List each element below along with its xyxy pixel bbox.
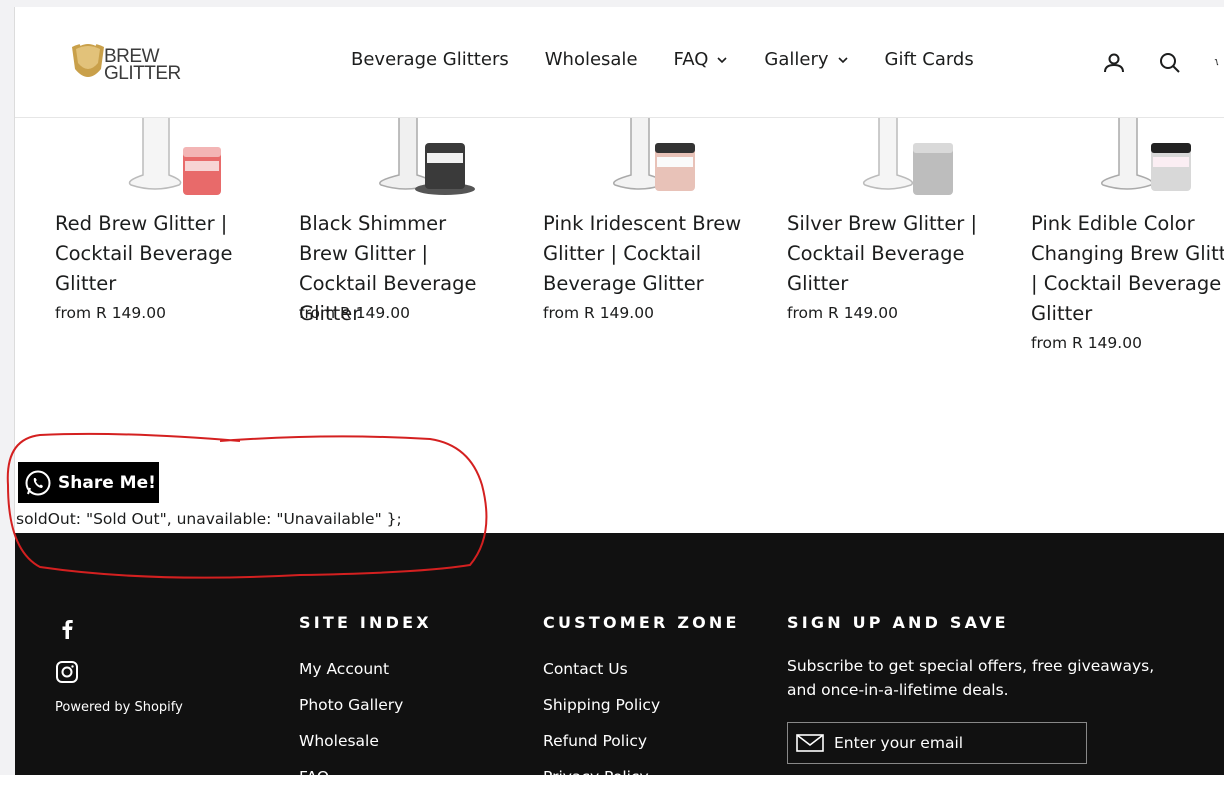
share-label: Share Me!	[58, 472, 156, 493]
nav-gift-cards[interactable]: Gift Cards	[885, 49, 974, 70]
whatsapp-icon	[25, 470, 51, 495]
logo-cup-icon	[72, 42, 104, 77]
cart-icon[interactable]	[1214, 51, 1224, 75]
site-header: BREW GLITTER Beverage Glitters Wholesale…	[15, 7, 1224, 118]
nav-label: Beverage Glitters	[351, 49, 509, 70]
footer-signup: SIGN UP AND SAVE Subscribe to get specia…	[787, 613, 1167, 764]
site-index-title: SITE INDEX	[299, 613, 432, 632]
envelope-icon	[796, 734, 824, 752]
nav-beverage-glitters[interactable]: Beverage Glitters	[351, 49, 509, 70]
signup-title: SIGN UP AND SAVE	[787, 613, 1009, 632]
nav-gallery[interactable]: Gallery	[764, 49, 848, 70]
powered-by-shopify-link[interactable]: Powered by Shopify	[55, 700, 183, 715]
footer-link-refund-policy[interactable]: Refund Policy	[543, 731, 740, 767]
chevron-down-icon	[717, 56, 727, 63]
footer-link-my-account[interactable]: My Account	[299, 659, 432, 695]
main-nav: Beverage Glitters Wholesale FAQ Gallery …	[351, 49, 1010, 70]
product-title[interactable]: Pink Edible Color Changing Brew Glitter …	[1031, 209, 1224, 329]
nav-label: Gallery	[764, 49, 829, 70]
leaked-code-text: soldOut: "Sold Out", unavailable: "Unava…	[16, 510, 402, 528]
footer-link-wholesale[interactable]: Wholesale	[299, 731, 432, 767]
nav-faq[interactable]: FAQ	[674, 49, 729, 70]
account-icon[interactable]	[1102, 51, 1126, 75]
customer-zone-title: CUSTOMER ZONE	[543, 613, 740, 632]
footer-link-privacy-policy[interactable]: Privacy Policy	[543, 767, 740, 803]
header-icons	[1102, 51, 1224, 75]
logo-wordmark: BREW GLITTER	[104, 47, 181, 84]
search-icon[interactable]	[1158, 51, 1182, 75]
page-left-border	[14, 7, 15, 533]
social-links	[55, 617, 79, 684]
product-price: from R 149.00	[543, 304, 654, 322]
product-title[interactable]: Red Brew Glitter | Cocktail Beverage Gli…	[55, 209, 255, 299]
footer-link-faq[interactable]: FAQ	[299, 767, 432, 803]
brew-glitter-logo[interactable]: BREW GLITTER	[70, 41, 190, 87]
product-grid: Red Brew Glitter | Cocktail Beverage Gli…	[55, 117, 1224, 377]
product-title[interactable]: Silver Brew Glitter | Cocktail Beverage …	[787, 209, 987, 299]
product-price: from R 149.00	[299, 304, 410, 322]
product-image[interactable]	[857, 117, 967, 199]
whatsapp-share-button[interactable]: Share Me!	[18, 462, 159, 503]
footer-link-photo-gallery[interactable]: Photo Gallery	[299, 695, 432, 731]
facebook-icon[interactable]	[55, 617, 79, 641]
product-image[interactable]	[1091, 117, 1201, 199]
nav-label: Gift Cards	[884, 49, 974, 70]
footer-link-contact-us[interactable]: Contact Us	[543, 659, 740, 695]
signup-description: Subscribe to get special offers, free gi…	[787, 657, 1155, 699]
logo-line-2: GLITTER	[104, 63, 181, 84]
product-image[interactable]	[603, 117, 713, 199]
footer-link-shipping-policy[interactable]: Shipping Policy	[543, 695, 740, 731]
email-input[interactable]: Enter your email	[787, 722, 1087, 764]
product-price: from R 149.00	[1031, 334, 1142, 352]
chevron-down-icon	[837, 56, 848, 63]
product-price: from R 149.00	[787, 304, 898, 322]
product-image[interactable]	[125, 117, 235, 199]
nav-label: FAQ	[673, 49, 709, 70]
instagram-icon[interactable]	[55, 660, 79, 684]
email-placeholder: Enter your email	[834, 734, 964, 752]
site-footer: Powered by Shopify SITE INDEX My Account…	[15, 533, 1224, 786]
nav-label: Wholesale	[544, 49, 638, 70]
product-price: from R 149.00	[55, 304, 166, 322]
nav-wholesale[interactable]: Wholesale	[545, 49, 638, 70]
product-title[interactable]: Pink Iridescent Brew Glitter | Cocktail …	[543, 209, 743, 299]
product-image[interactable]	[365, 117, 475, 199]
